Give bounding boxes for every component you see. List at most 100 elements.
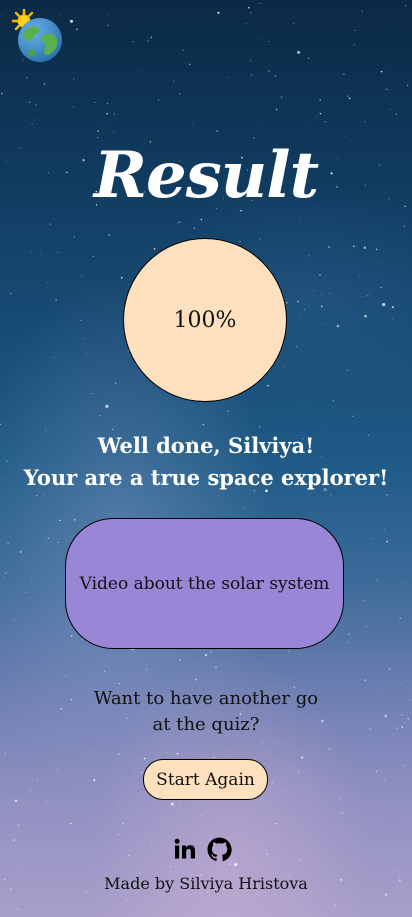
star	[250, 12, 252, 14]
star	[117, 833, 120, 835]
star	[73, 519, 76, 521]
star	[169, 866, 172, 868]
star	[9, 292, 12, 295]
star	[29, 789, 32, 791]
star	[57, 541, 59, 544]
start-again-button[interactable]: Start Again	[143, 759, 268, 800]
footer-credit: Made by Silviya Hristova	[104, 874, 308, 893]
star	[73, 236, 75, 238]
star	[330, 494, 332, 496]
star	[353, 245, 355, 248]
star	[105, 404, 109, 408]
star	[297, 50, 301, 54]
star	[36, 495, 38, 497]
star	[369, 764, 370, 766]
star	[267, 384, 269, 387]
star	[388, 68, 390, 70]
star	[257, 38, 258, 40]
star	[81, 638, 83, 641]
star	[348, 641, 350, 643]
linkedin-icon[interactable]	[173, 837, 199, 863]
star	[274, 75, 277, 77]
star	[28, 101, 31, 103]
github-icon[interactable]	[207, 837, 233, 863]
star	[367, 295, 369, 297]
star	[352, 415, 354, 417]
star	[347, 95, 349, 97]
star	[37, 780, 39, 782]
star	[403, 764, 405, 766]
star	[319, 99, 321, 101]
star	[363, 246, 367, 249]
star	[337, 338, 339, 339]
star	[250, 74, 252, 76]
star	[179, 659, 181, 661]
star	[153, 248, 156, 250]
star	[213, 756, 215, 758]
star	[261, 742, 263, 744]
star	[103, 670, 106, 673]
star	[375, 579, 378, 582]
star	[329, 292, 331, 294]
retry-prompt-line-2: at the quiz?	[152, 714, 260, 735]
star	[118, 682, 120, 684]
star	[107, 83, 108, 85]
video-solar-system-button[interactable]: Video about the solar system	[65, 518, 344, 649]
star	[173, 80, 175, 82]
star	[170, 802, 174, 806]
star	[246, 23, 247, 25]
star	[188, 63, 191, 65]
star	[128, 854, 130, 857]
star	[297, 301, 299, 303]
star	[239, 241, 241, 243]
star	[31, 123, 33, 125]
sun-earth-icon[interactable]	[10, 8, 64, 64]
star	[304, 309, 305, 311]
star	[58, 760, 60, 761]
star	[322, 323, 324, 325]
star	[268, 40, 270, 42]
star	[200, 815, 203, 817]
star	[7, 542, 9, 544]
star	[200, 218, 203, 221]
star	[320, 305, 323, 308]
star	[281, 96, 283, 98]
star	[275, 823, 277, 825]
star	[46, 282, 48, 283]
star	[390, 108, 392, 110]
star	[152, 421, 154, 423]
star	[399, 760, 401, 762]
star	[367, 823, 369, 825]
star	[321, 293, 323, 295]
star	[405, 5, 407, 7]
star	[257, 830, 258, 831]
star	[24, 591, 26, 593]
star	[19, 551, 22, 553]
star	[272, 781, 274, 783]
star	[333, 904, 336, 907]
star	[375, 248, 378, 251]
star	[286, 302, 288, 304]
star	[113, 113, 115, 115]
star	[313, 290, 315, 292]
star	[4, 752, 6, 754]
star	[59, 519, 61, 522]
star	[97, 130, 99, 132]
star	[348, 633, 350, 635]
star	[401, 683, 403, 685]
star	[365, 625, 368, 628]
star	[192, 122, 194, 124]
star	[227, 77, 229, 78]
star	[31, 578, 33, 580]
star	[169, 816, 171, 818]
star	[17, 824, 20, 826]
star	[12, 839, 16, 842]
star	[339, 797, 341, 800]
star	[103, 121, 105, 123]
star	[176, 752, 179, 755]
star	[357, 842, 359, 844]
star	[111, 124, 113, 126]
star	[338, 837, 340, 839]
star	[80, 276, 82, 277]
star	[56, 769, 58, 771]
